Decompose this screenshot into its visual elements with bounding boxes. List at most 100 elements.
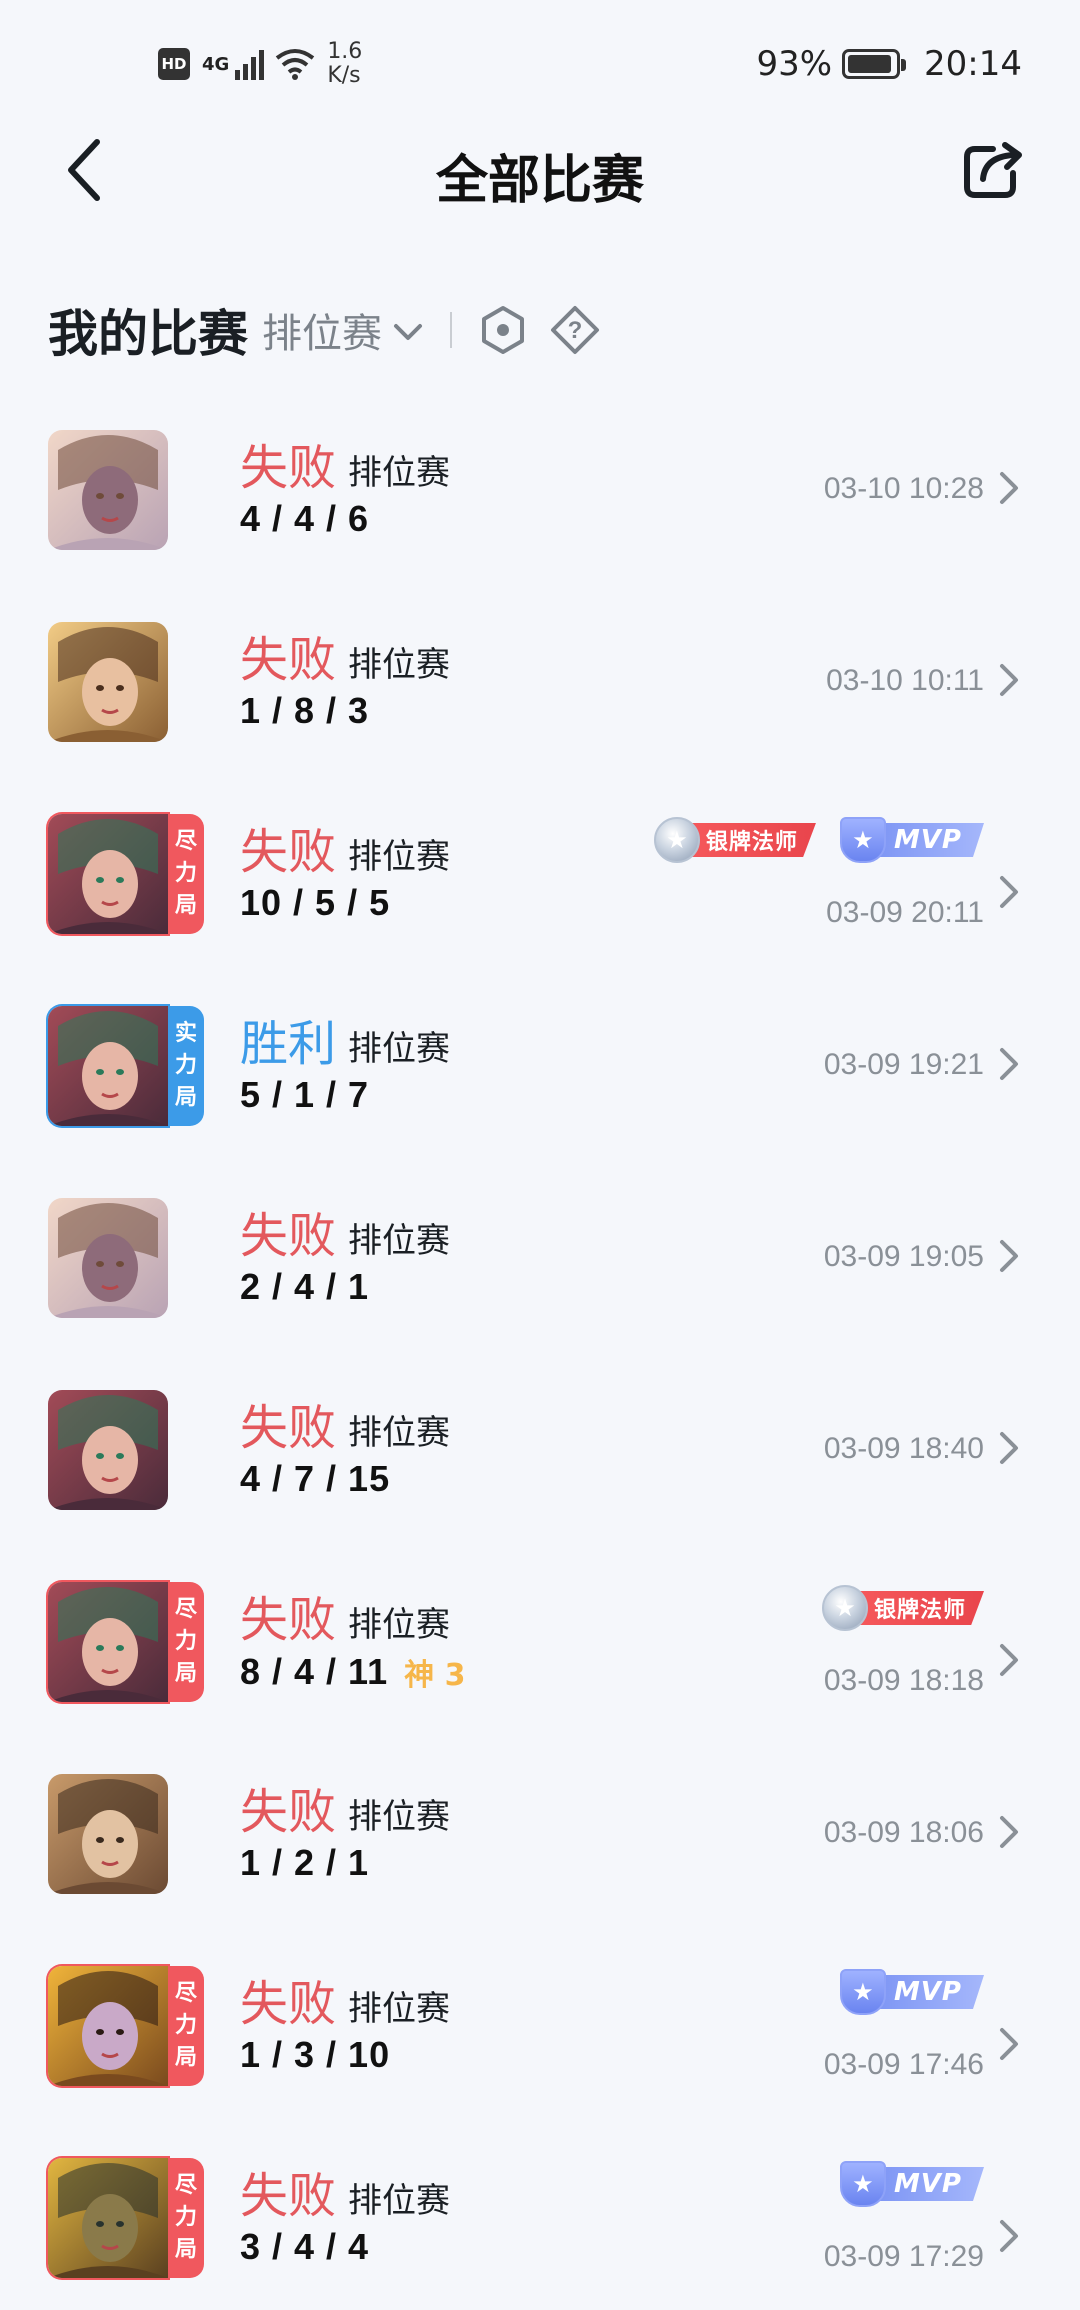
match-mode: 排位赛: [348, 645, 451, 685]
match-time: 03-09 19:05: [823, 1240, 984, 1273]
kda-line: 5 / 1 / 7: [240, 1074, 369, 1116]
hero-avatar: [48, 2158, 168, 2278]
match-kda: 4 / 4 / 6: [240, 498, 370, 539]
match-result: 失败: [240, 1400, 337, 1456]
hexagon-dot-icon: [482, 306, 524, 354]
hd-icon: HD: [158, 48, 190, 80]
hero-avatar: [48, 1774, 168, 1894]
match-row[interactable]: 失败 排位赛 1 / 8 / 3 03-10 10:11: [0, 612, 1080, 804]
match-time: 03-09 18:06: [823, 1816, 984, 1849]
status-right: 93% 20:14: [756, 40, 1022, 88]
match-kda: 1 / 2 / 1: [240, 1842, 370, 1883]
match-row[interactable]: 尽力局失败 排位赛 8 / 4 / 11 神 3 ★ 银牌法师 03-09 18:18: [0, 1572, 1080, 1764]
filter-button[interactable]: [478, 305, 528, 355]
chevron-right-icon[interactable]: [994, 1428, 1024, 1468]
battery-icon: [842, 49, 907, 79]
result-line: 失败 排位赛: [240, 1388, 450, 1458]
match-row[interactable]: 失败 排位赛 2 / 4 / 1 03-09 19:05: [0, 1188, 1080, 1380]
result-line: 失败 排位赛: [240, 620, 450, 690]
chevron-right-icon[interactable]: [994, 1236, 1024, 1276]
match-quality-tag: 尽力局: [168, 1966, 204, 2086]
kda-line: 8 / 4 / 11 神 3: [240, 1650, 465, 1694]
kda-line: 2 / 4 / 1: [240, 1266, 369, 1308]
chevron-right-icon[interactable]: [994, 1044, 1024, 1084]
honor-badges: ★ 银牌法师: [821, 1585, 984, 1631]
match-row[interactable]: 尽力局失败 排位赛 1 / 3 / 10 ★ MVP 03-09 17:46: [0, 1956, 1080, 2148]
match-quality-tag-char: 局: [174, 2045, 197, 2070]
hero-avatar: [48, 622, 168, 742]
result-line: 失败 排位赛: [240, 1580, 450, 1650]
hero-avatar: [48, 1198, 168, 1318]
mode-select[interactable]: 排位赛: [262, 301, 424, 359]
result-line: 胜利 排位赛: [240, 1004, 450, 1074]
medal-star-icon: ★: [821, 1585, 868, 1631]
match-quality-tag-char: 局: [174, 2237, 197, 2262]
hero-avatar-wrap: 尽力局: [48, 2158, 204, 2278]
match-kda: 10 / 5 / 5: [240, 882, 391, 923]
match-mode: 排位赛: [348, 837, 451, 877]
trophy-icon: ★: [839, 817, 886, 863]
chevron-right-icon[interactable]: [994, 660, 1024, 700]
badge-label: MVP: [873, 1975, 984, 2009]
match-result: 失败: [240, 1592, 337, 1648]
match-row[interactable]: 失败 排位赛 1 / 2 / 1 03-09 18:06: [0, 1764, 1080, 1956]
mvp-badge: ★ MVP: [839, 1969, 984, 2015]
trophy-icon: ★: [839, 2161, 886, 2207]
chevron-right-icon[interactable]: [994, 872, 1024, 912]
kda-line: 1 / 3 / 10: [240, 2034, 390, 2076]
match-row[interactable]: 尽力局失败 排位赛 10 / 5 / 5 ★ 银牌法师 ★ MVP 03-09 20:11: [0, 804, 1080, 996]
kda-line: 4 / 4 / 6: [240, 498, 369, 540]
match-quality-tag-char: 尽: [174, 2173, 197, 2198]
match-mode: 排位赛: [348, 1221, 451, 1261]
battery-fill: [848, 55, 891, 73]
match-mode: 排位赛: [348, 453, 451, 493]
match-kda: 1 / 8 / 3: [240, 690, 370, 731]
badge-label: 银牌法师: [855, 1591, 984, 1625]
honor-badges: ★ MVP: [839, 1969, 984, 2015]
kda-line: 3 / 4 / 4: [240, 2226, 369, 2268]
match-kda: 1 / 3 / 10: [240, 2034, 391, 2075]
match-row[interactable]: 失败 排位赛 4 / 7 / 15 03-09 18:40: [0, 1380, 1080, 1572]
result-line: 失败 排位赛: [240, 1196, 450, 1266]
medal-star-icon: ★: [653, 817, 700, 863]
match-kda: 3 / 4 / 4: [240, 2226, 370, 2267]
match-kda: 8 / 4 / 11: [240, 1651, 389, 1692]
hero-avatar-wrap: [48, 1390, 168, 1510]
kda-line: 1 / 8 / 3: [240, 690, 369, 732]
match-quality-tag-char: 尽: [174, 829, 197, 854]
match-time: 03-09 18:40: [823, 1432, 984, 1465]
match-result: 失败: [240, 1784, 337, 1840]
hero-avatar-wrap: [48, 430, 168, 550]
match-kda: 2 / 4 / 1: [240, 1266, 370, 1307]
hero-avatar: [48, 1390, 168, 1510]
section-title: 我的比赛: [48, 305, 248, 363]
match-result: 失败: [240, 1208, 337, 1264]
match-kda: 4 / 7 / 15: [240, 1458, 391, 1499]
share-button[interactable]: [958, 134, 1030, 206]
chevron-right-icon[interactable]: [994, 1640, 1024, 1680]
match-result: 失败: [240, 2168, 337, 2224]
badge-label: MVP: [873, 823, 984, 857]
kda-line: 10 / 5 / 5: [240, 882, 390, 924]
match-time: 03-09 19:21: [823, 1048, 984, 1081]
match-row[interactable]: 失败 排位赛 4 / 4 / 6 03-10 10:28: [0, 420, 1080, 612]
chevron-right-icon[interactable]: [994, 2216, 1024, 2256]
match-quality-tag-char: 力: [174, 2013, 197, 2038]
match-mode: 排位赛: [348, 1797, 451, 1837]
mvp-badge: ★ MVP: [839, 817, 984, 863]
match-quality-tag: 实力局: [168, 1006, 204, 1126]
hero-avatar-wrap: [48, 622, 168, 742]
status-left: HD 4G 1.6 K/s: [158, 36, 362, 92]
match-quality-tag-char: 力: [174, 1629, 197, 1654]
help-button[interactable]: ?: [550, 305, 600, 355]
wifi-icon: [276, 49, 315, 80]
chevron-right-icon[interactable]: [994, 468, 1024, 508]
match-quality-tag-char: 局: [174, 1085, 197, 1110]
net-speed: 1.6 K/s: [327, 40, 362, 88]
match-row[interactable]: 实力局胜利 排位赛 5 / 1 / 7 03-09 19:21: [0, 996, 1080, 1188]
match-result: 失败: [240, 1976, 337, 2032]
net-speed-unit: K/s: [327, 63, 361, 88]
chevron-right-icon[interactable]: [994, 1812, 1024, 1852]
chevron-right-icon[interactable]: [994, 2024, 1024, 2064]
match-row[interactable]: 尽力局失败 排位赛 3 / 4 / 4 ★ MVP 03-09 17:29: [0, 2148, 1080, 2310]
